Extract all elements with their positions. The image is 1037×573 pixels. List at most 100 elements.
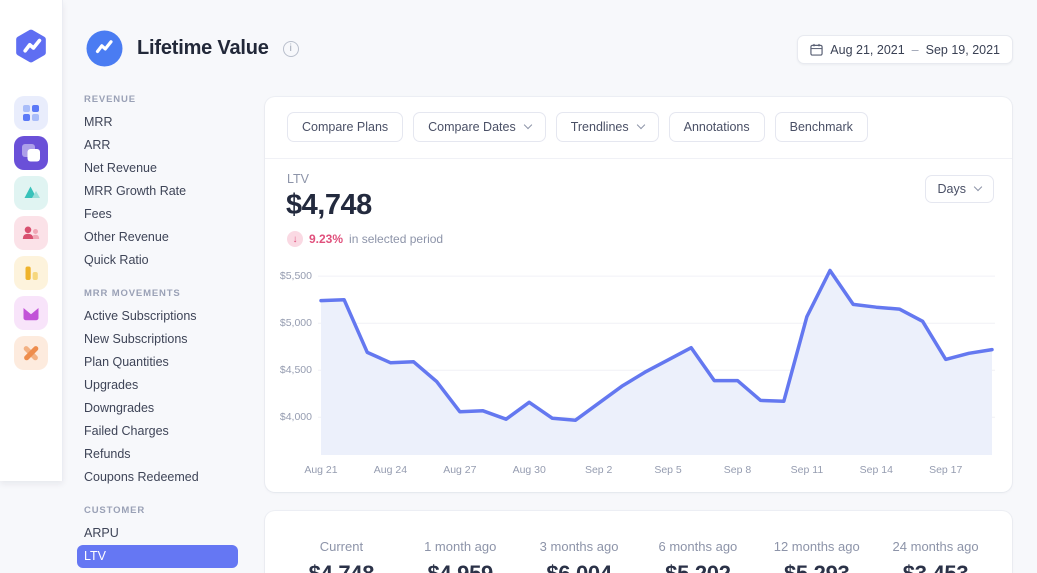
rail-item-recover[interactable] xyxy=(14,336,48,370)
squares-icon xyxy=(22,144,40,162)
button-label: Annotations xyxy=(683,120,750,134)
stat-label: 24 months ago xyxy=(892,539,979,554)
sidebar-item-net-revenue[interactable]: Net Revenue xyxy=(77,157,238,180)
sidebar-item-new-subscriptions[interactable]: New Subscriptions xyxy=(77,328,238,351)
toolbar: Compare Plans Compare Dates Trendlines Anno… xyxy=(265,97,1012,142)
stat-label: 12 months ago xyxy=(773,539,860,554)
button-label: Trendlines xyxy=(570,120,629,134)
sidebar-item-mrr[interactable]: MRR xyxy=(77,111,238,134)
stat-value: $4,748 xyxy=(282,561,401,573)
sidebar-section-label: CUSTOMER xyxy=(84,505,146,516)
ltv-line-chart xyxy=(318,268,995,455)
cross-icon xyxy=(23,346,39,361)
people-icon xyxy=(22,226,40,239)
rail-item-customers[interactable] xyxy=(14,216,48,250)
rail-item-metrics[interactable] xyxy=(14,136,48,170)
stat-value: $5,293 xyxy=(757,561,876,573)
toolbar-button-trendlines[interactable]: Trendlines xyxy=(555,112,659,142)
info-icon[interactable]: i xyxy=(282,40,299,57)
chevron-down-icon xyxy=(973,182,983,192)
x-axis-label: Sep 8 xyxy=(723,464,752,476)
metric-card: Compare Plans Compare Dates Trendlines Anno… xyxy=(265,97,1012,492)
arrow-down-icon: ↓ xyxy=(287,231,303,247)
sidebar-item-other-revenue[interactable]: Other Revenue xyxy=(77,226,238,249)
x-axis-label: Aug 24 xyxy=(373,464,408,476)
rail-items xyxy=(14,96,48,370)
interval-select[interactable]: Days xyxy=(924,175,994,203)
metric-label: LTV xyxy=(287,172,309,186)
x-axis-label: Sep 14 xyxy=(859,464,893,476)
date-end: Sep 19, 2021 xyxy=(925,42,1000,57)
stat-column-1-month-ago: 1 month ago $4,959 xyxy=(401,539,520,573)
x-axis: Aug 21 Aug 24 Aug 27 Aug 30 Sep 2 Sep 5 Sep 8 S… xyxy=(304,464,995,478)
metrics-sidebar: REVENUE MRR ARR Net Revenue MRR Growth Rate F… xyxy=(77,94,238,568)
app: Lifetime Value i Aug 21, 2021 – Sep 19, … xyxy=(0,0,1037,573)
chevron-down-icon xyxy=(523,120,532,130)
page-header: Lifetime Value i xyxy=(86,30,299,67)
date-start: Aug 21, 2021 xyxy=(830,42,905,57)
rail-item-messages[interactable] xyxy=(14,296,48,330)
rail-item-dashboard[interactable] xyxy=(14,96,48,130)
sidebar-item-refunds[interactable]: Refunds xyxy=(77,443,238,466)
stat-label: 3 months ago xyxy=(539,539,619,554)
calendar-icon xyxy=(810,43,823,56)
metric-change: ↓ 9.23% in selected period xyxy=(287,231,443,247)
y-axis-label: $5,000 xyxy=(279,317,312,329)
ltv-chart: $4,000 $4,500 $5,000 $5,500 Aug 21 Aug 24 Aug … xyxy=(280,262,995,476)
sidebar-item-failed-charges[interactable]: Failed Charges xyxy=(77,420,238,443)
sidebar-item-mrr-growth-rate[interactable]: MRR Growth Rate xyxy=(77,180,238,203)
stat-column-3-months-ago: 3 months ago $6,004 xyxy=(520,539,639,573)
toolbar-button-compare-dates[interactable]: Compare Dates xyxy=(413,112,546,142)
sidebar-item-active-subscriptions[interactable]: Active Subscriptions xyxy=(77,305,238,328)
button-label: Compare Plans xyxy=(302,120,389,134)
change-percent: 9.23% xyxy=(309,232,344,246)
sidebar-item-quick-ratio[interactable]: Quick Ratio xyxy=(77,249,238,272)
sidebar-item-fees[interactable]: Fees xyxy=(77,203,238,226)
x-axis-label: Sep 2 xyxy=(584,464,613,476)
x-axis-label: Sep 11 xyxy=(790,464,824,476)
x-axis-label: Sep 17 xyxy=(929,464,963,476)
triangle-icon xyxy=(24,186,40,198)
button-label: Compare Dates xyxy=(428,120,516,134)
sidebar-item-plan-quantities[interactable]: Plan Quantities xyxy=(77,351,238,374)
stat-column-12-months-ago: 12 months ago $5,293 xyxy=(757,539,876,573)
chevron-down-icon xyxy=(636,120,645,130)
button-label: Benchmark xyxy=(789,120,853,134)
icon-rail xyxy=(0,0,63,481)
toolbar-button-compare-plans[interactable]: Compare Plans xyxy=(287,112,404,142)
x-axis-label: Aug 21 xyxy=(304,464,338,476)
stat-value: $6,004 xyxy=(520,561,639,573)
x-axis-label: Aug 27 xyxy=(443,464,477,476)
bars-icon xyxy=(25,266,38,280)
sidebar-item-ltv[interactable]: LTV xyxy=(77,545,238,568)
toolbar-button-benchmark[interactable]: Benchmark xyxy=(774,112,868,142)
history-stats: Current$4,7481 month ago$4,9593 months a… xyxy=(265,511,1012,573)
stat-column-24-months-ago: 24 months ago $3,453 xyxy=(876,539,995,573)
y-axis-label: $5,500 xyxy=(279,270,312,282)
rail-item-trends[interactable] xyxy=(14,176,48,210)
metric-value: $4,748 xyxy=(286,189,372,221)
sidebar-section-label: REVENUE xyxy=(84,94,136,105)
stat-value: $5,202 xyxy=(638,561,757,573)
metric-glyph-icon xyxy=(86,30,123,67)
sidebar-item-coupons-redeemed[interactable]: Coupons Redeemed xyxy=(77,466,238,489)
sidebar-section-label: MRR MOVEMENTS xyxy=(84,288,181,299)
page-title: Lifetime Value xyxy=(137,37,269,59)
sidebar-item-arpu[interactable]: ARPU xyxy=(77,522,238,545)
rail-item-analytics[interactable] xyxy=(14,256,48,290)
change-suffix: in selected period xyxy=(349,232,444,246)
date-range-button[interactable]: Aug 21, 2021 – Sep 19, 2021 xyxy=(797,35,1013,64)
sidebar-item-upgrades[interactable]: Upgrades xyxy=(77,374,238,397)
sidebar-item-arr[interactable]: ARR xyxy=(77,134,238,157)
toolbar-button-annotations[interactable]: Annotations xyxy=(668,112,765,142)
stat-label: 6 months ago xyxy=(658,539,738,554)
brand-logo[interactable] xyxy=(13,28,49,64)
stat-value: $3,453 xyxy=(876,561,995,573)
date-separator: – xyxy=(911,42,919,57)
grid-icon xyxy=(23,105,39,121)
stat-value: $4,959 xyxy=(401,561,520,573)
y-axis-label: $4,000 xyxy=(279,411,312,423)
stat-label: Current xyxy=(319,539,364,554)
divider xyxy=(265,158,1012,159)
sidebar-item-downgrades[interactable]: Downgrades xyxy=(77,397,238,420)
